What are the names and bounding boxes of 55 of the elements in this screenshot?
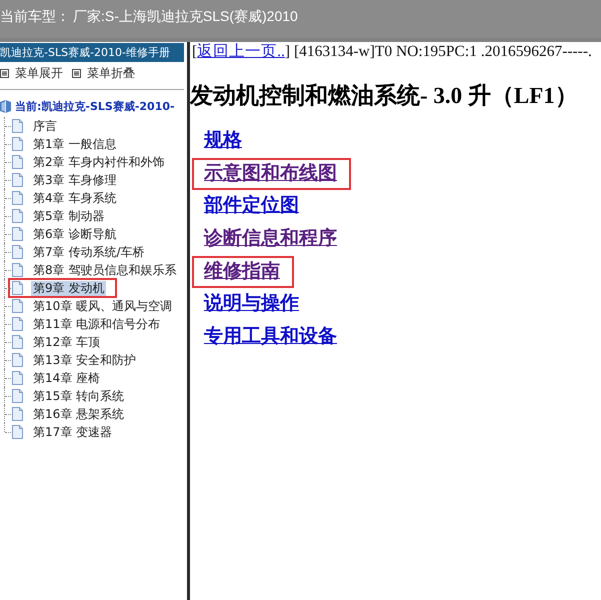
tree-item[interactable]: 序言	[31, 118, 59, 134]
tree-item[interactable]: 第10章 暖风、通风与空调	[31, 298, 174, 314]
tree-item[interactable]: 第7章 传动系统/车桥	[31, 244, 146, 260]
document-icon	[12, 173, 23, 187]
tree-item[interactable]: 第4章 车身系统	[31, 190, 118, 206]
tree-item[interactable]: 第14章 座椅	[31, 370, 102, 386]
document-icon	[12, 227, 23, 241]
section-link[interactable]: 诊断信息和程序	[204, 228, 337, 251]
section-link[interactable]: 部件定位图	[204, 195, 299, 218]
document-icon	[12, 299, 23, 313]
back-link[interactable]: 返回上一页..	[197, 43, 285, 60]
menu-toggle-link[interactable]: 菜单展开	[0, 64, 63, 82]
menu-toggle-link[interactable]: 菜单折叠	[72, 64, 135, 82]
document-icon	[12, 263, 23, 277]
document-icon	[12, 425, 23, 439]
document-icon	[12, 119, 23, 133]
tree-item[interactable]: 第3章 车身修理	[31, 172, 118, 188]
tree-item[interactable]: 第8章 驾驶员信息和娱乐系	[31, 262, 178, 278]
section-link[interactable]: 专用工具和设备	[204, 326, 337, 349]
document-icon	[12, 155, 23, 169]
tree-item[interactable]: 第13章 安全和防护	[31, 352, 138, 368]
tree-root-label[interactable]: 当前:凯迪拉克-SLS赛威-2010-	[15, 98, 175, 114]
tree-item[interactable]: 第17章 变速器	[31, 424, 114, 440]
section-link[interactable]: 说明与操作	[204, 293, 299, 316]
document-icon	[12, 317, 23, 331]
document-icon	[12, 335, 23, 349]
tree-item[interactable]: 第5章 制动器	[31, 208, 106, 224]
section-link[interactable]: 示意图和布线图	[204, 162, 337, 186]
tree-item[interactable]: 第9章 发动机	[31, 280, 106, 296]
document-icon	[12, 245, 23, 259]
section-link[interactable]: 维修指南	[204, 260, 280, 284]
document-icon	[12, 371, 23, 385]
manual-title-bar: 凯迪拉克-SLS赛威-2010-维修手册	[0, 43, 184, 62]
book-icon	[0, 100, 11, 112]
section-link[interactable]: 规格	[204, 130, 242, 153]
document-icon	[12, 191, 23, 205]
page-info-line: [返回上一页..] [4163134-w]T0 NO:195PC:1 .2016596267-----.	[192, 43, 593, 61]
vehicle-name: 厂家:S-上海凯迪拉克SLS(赛威)2010	[73, 8, 298, 25]
vehicle-label: 当前车型：	[0, 8, 70, 25]
list-icon	[72, 68, 81, 78]
tree-item[interactable]: 第11章 电源和信号分布	[31, 316, 162, 332]
tree-item[interactable]: 第1章 一般信息	[31, 136, 118, 152]
document-icon	[12, 389, 23, 403]
document-icon	[12, 281, 23, 295]
list-icon	[0, 68, 9, 78]
tree-item[interactable]: 第16章 悬架系统	[31, 406, 126, 422]
section-title: 发动机控制和燃油系统- 3.0 升（LF1）	[190, 83, 579, 109]
tree-item[interactable]: 第6章 诊断导航	[31, 226, 118, 242]
document-icon	[12, 137, 23, 151]
document-icon	[12, 407, 23, 421]
tree-item[interactable]: 第12章 车顶	[31, 334, 102, 350]
tree-item[interactable]: 第2章 车身内衬件和外饰	[31, 154, 166, 170]
tree-item[interactable]: 第15章 转向系统	[31, 388, 126, 404]
document-icon	[12, 353, 23, 367]
document-icon	[12, 209, 23, 223]
